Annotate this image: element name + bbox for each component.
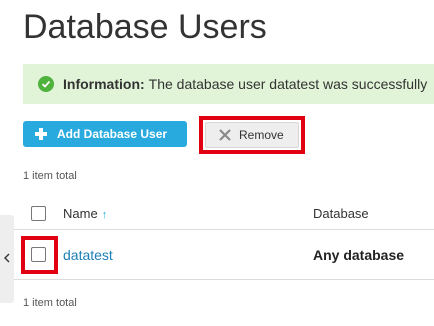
sidebar-toggle[interactable] xyxy=(0,215,14,303)
check-circle-icon xyxy=(38,76,54,92)
items-total-top: 1 item total xyxy=(23,170,77,182)
database-users-page: Database Users Information: The database… xyxy=(0,0,434,326)
page-title: Database Users xyxy=(23,8,267,46)
information-text: The database user datatest was successfu… xyxy=(148,76,428,92)
chevron-left-icon xyxy=(4,250,10,268)
row-checkbox[interactable] xyxy=(31,247,46,262)
column-header-name-label: Name xyxy=(63,206,98,221)
user-database-value: Any database xyxy=(313,247,405,263)
remove-button[interactable]: Remove xyxy=(205,122,299,148)
column-header-name[interactable]: Name ↑ xyxy=(63,206,107,221)
sort-up-arrow-icon: ↑ xyxy=(101,209,108,221)
information-message: Information: The database user datatest … xyxy=(23,64,434,104)
add-database-user-label: Add Database User xyxy=(57,127,168,141)
information-label: Information: xyxy=(63,76,145,92)
column-header-database: Database xyxy=(313,206,369,221)
plus-icon xyxy=(35,128,47,140)
items-total-bottom: 1 item total xyxy=(23,297,77,309)
user-name-link[interactable]: datatest xyxy=(63,247,113,263)
list-header: Name ↑ Database xyxy=(0,196,434,230)
table-row: datatest Any database xyxy=(0,230,434,280)
add-database-user-button[interactable]: Add Database User xyxy=(23,121,187,147)
select-all-checkbox[interactable] xyxy=(31,206,46,221)
x-icon xyxy=(218,128,232,142)
remove-label: Remove xyxy=(239,128,284,142)
